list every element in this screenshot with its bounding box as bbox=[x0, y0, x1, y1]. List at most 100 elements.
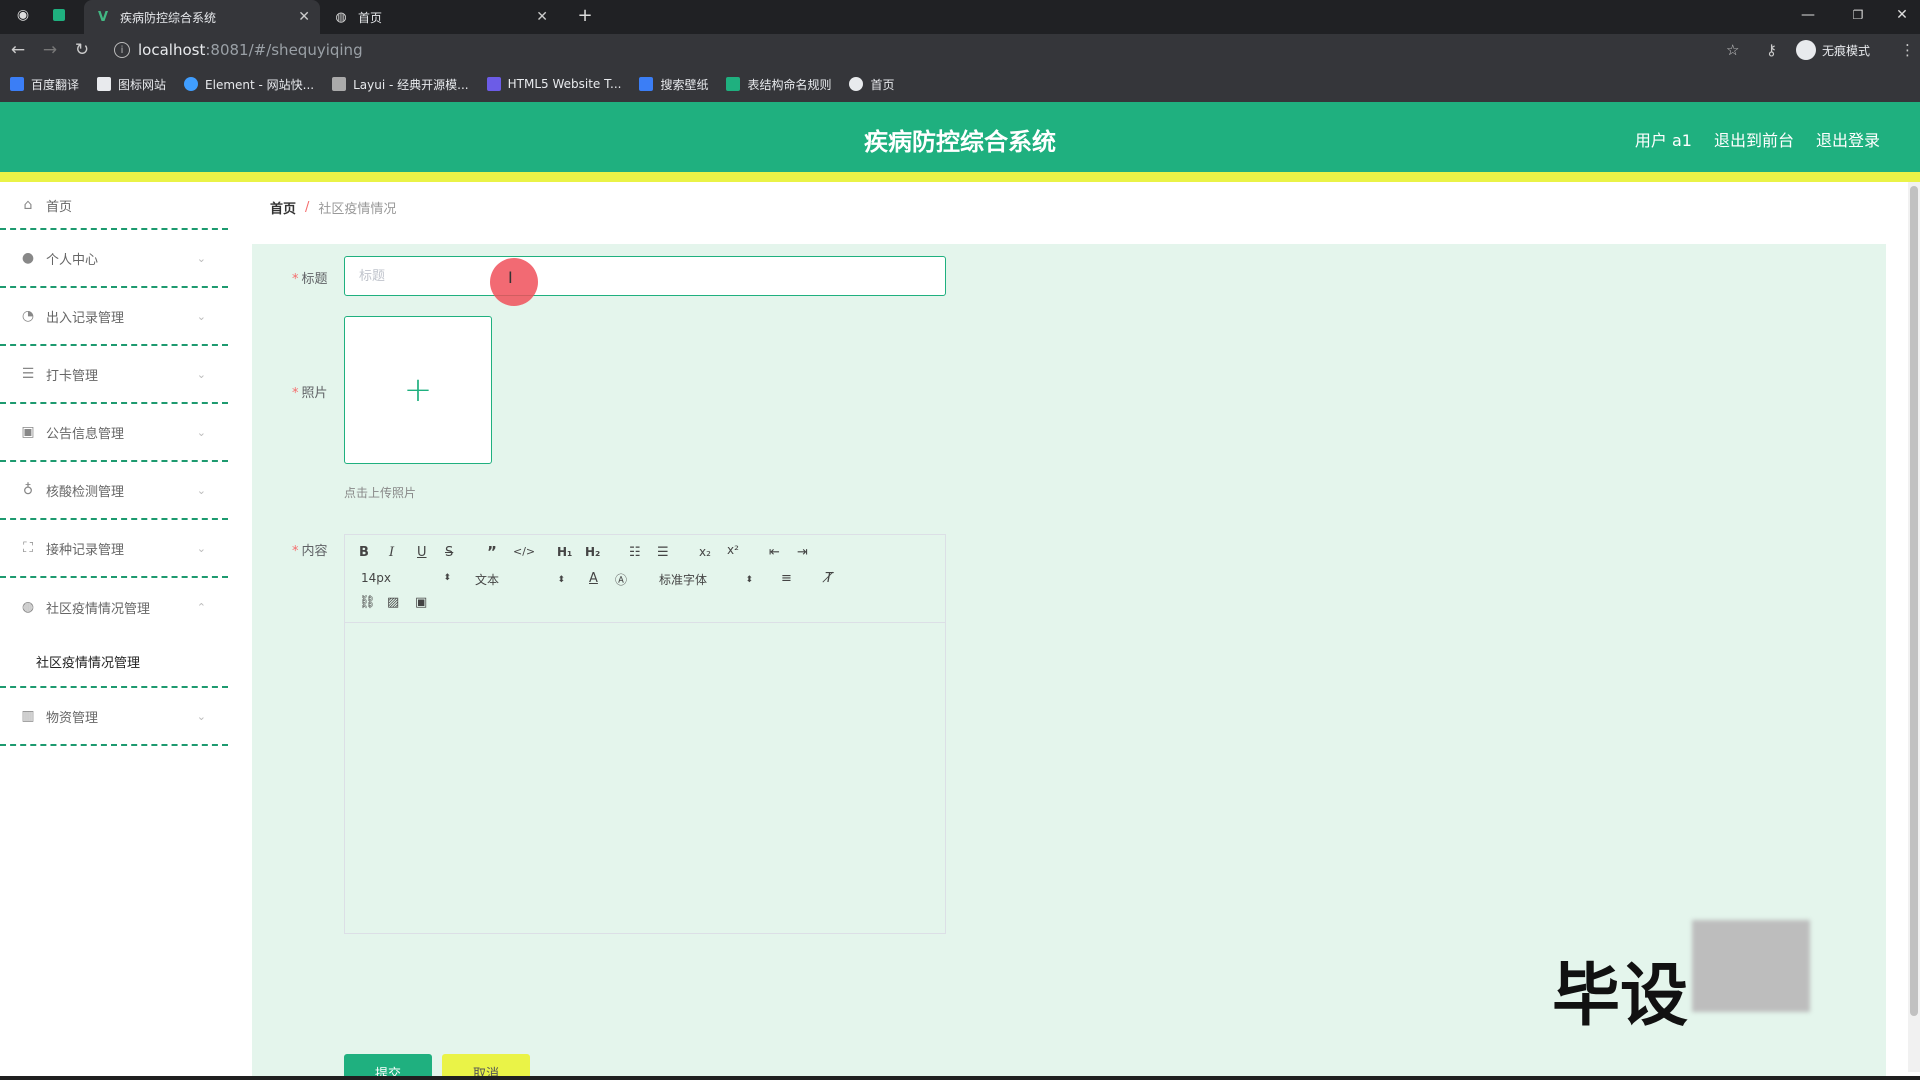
bookmark-item[interactable]: 搜索壁纸 bbox=[639, 76, 708, 93]
video-icon[interactable]: ▣ bbox=[415, 595, 427, 610]
image-icon[interactable]: ▨ bbox=[387, 595, 399, 610]
align-icon[interactable]: ≡ bbox=[781, 571, 792, 586]
submit-button[interactable]: 提交 bbox=[344, 1054, 432, 1076]
bookmarks-bar: 百度翻译 图标网站 Element - 网站快... Layui - 经典开源模… bbox=[0, 66, 1920, 102]
incognito-icon bbox=[1796, 40, 1816, 60]
sidebar-item-vaccination[interactable]: ⛶ 接种记录管理 ⌄ bbox=[0, 520, 228, 578]
sidebar-item-profile[interactable]: ● 个人中心 ⌄ bbox=[0, 230, 228, 288]
indent-icon[interactable]: ⇥ bbox=[797, 545, 808, 560]
chevron-down-icon: ⌄ bbox=[196, 709, 206, 723]
font-size-select[interactable]: 14px ⬍ bbox=[361, 571, 451, 585]
flag-icon bbox=[97, 77, 112, 91]
breadcrumb-home[interactable]: 首页 bbox=[270, 198, 296, 217]
key-icon[interactable]: ⚷ bbox=[1766, 38, 1777, 62]
heading1-icon[interactable]: H₁ bbox=[557, 545, 572, 559]
underline-icon[interactable]: U bbox=[417, 545, 427, 560]
list-icon: ☰ bbox=[21, 366, 35, 382]
chevron-up-icon: ⌃ bbox=[196, 600, 206, 614]
app-tab-icon[interactable] bbox=[50, 0, 68, 30]
superscript-icon[interactable]: x² bbox=[727, 543, 739, 557]
app-header: 疾病防控综合系统 用户 a1 退出到前台 退出登录 bbox=[0, 102, 1920, 172]
restore-icon[interactable]: ❐ bbox=[1846, 0, 1870, 30]
bullet-list-icon[interactable]: ☰ bbox=[657, 545, 669, 560]
sidebar-item-access-records[interactable]: ◔ 出入记录管理 ⌄ bbox=[0, 288, 228, 346]
scrollbar-thumb[interactable] bbox=[1910, 186, 1918, 1016]
bookmark-label: 搜索壁纸 bbox=[660, 77, 709, 92]
chevron-down-icon: ⌄ bbox=[196, 367, 206, 381]
italic-icon[interactable]: I bbox=[389, 545, 394, 560]
strikethrough-icon[interactable]: S bbox=[445, 545, 453, 560]
chart-icon: ▥ bbox=[21, 708, 35, 724]
bookmark-star-icon[interactable]: ☆ bbox=[1726, 38, 1739, 62]
photo-upload-button[interactable]: + bbox=[344, 316, 492, 464]
select-arrow-icon: ⬍ bbox=[443, 573, 451, 583]
app-viewport: 疾病防控综合系统 用户 a1 退出到前台 退出登录 ⌂ 首页 ● 个人中心 ⌄ … bbox=[0, 102, 1920, 1076]
more-menu-icon[interactable]: ⋮ bbox=[1900, 38, 1915, 62]
blockquote-icon[interactable]: ” bbox=[487, 543, 497, 561]
browser-toolbar: ← → ↻ i localhost:8081/#/shequyiqing ☆ ⚷… bbox=[0, 34, 1920, 66]
reload-icon[interactable]: ↻ bbox=[70, 38, 94, 62]
title-label: * 标题 bbox=[292, 272, 328, 287]
breadcrumb: 首页 / 社区疫情情况 bbox=[252, 182, 1882, 232]
bookmark-item[interactable]: 表结构命名规则 bbox=[726, 76, 831, 93]
html5-icon bbox=[486, 77, 501, 91]
bookmark-item[interactable]: HTML5 Website T... bbox=[486, 77, 621, 91]
translate-icon bbox=[10, 77, 24, 91]
bookmark-item[interactable]: 首页 bbox=[849, 76, 895, 93]
sidebar-item-nucleic-test[interactable]: ♁ 核酸检测管理 ⌄ bbox=[0, 462, 228, 520]
url-path: :8081/#/shequyiqing bbox=[205, 41, 363, 59]
incognito-indicator[interactable]: 无痕模式 bbox=[1796, 38, 1870, 62]
heading2-icon[interactable]: H₂ bbox=[585, 545, 600, 559]
sidebar-item-label: 核酸检测管理 bbox=[46, 484, 125, 500]
bold-icon[interactable]: B bbox=[359, 545, 369, 560]
back-icon[interactable]: ← bbox=[6, 38, 30, 62]
sidebar-item-home[interactable]: ⌂ 首页 bbox=[0, 182, 228, 230]
frontend-link[interactable]: 退出到前台 bbox=[1714, 127, 1794, 151]
new-tab-icon[interactable]: + bbox=[574, 0, 596, 30]
chrome-menu-icon[interactable]: ◉ bbox=[12, 0, 34, 30]
bookmark-label: 表结构命名规则 bbox=[747, 77, 832, 92]
sidebar-item-label: 个人中心 bbox=[46, 252, 99, 268]
bookmark-item[interactable]: 百度翻译 bbox=[10, 76, 79, 93]
window-close-icon[interactable]: ✕ bbox=[1890, 0, 1914, 30]
address-bar[interactable]: i localhost:8081/#/shequyiqing bbox=[106, 37, 1786, 63]
background-color-icon[interactable]: Ⓐ bbox=[615, 571, 627, 588]
sidebar-item-community-epidemic[interactable]: ◍ 社区疫情情况管理 ⌃ bbox=[0, 578, 228, 636]
clear-format-icon[interactable]: T̸ bbox=[825, 571, 833, 586]
clipboard-icon: ▣ bbox=[21, 424, 35, 440]
sidebar-subitem-community-epidemic[interactable]: 社区疫情情况管理 bbox=[0, 636, 228, 688]
tab-title: 首页 bbox=[358, 10, 383, 25]
font-family-select[interactable]: 标准字体 ⬍ bbox=[659, 571, 753, 588]
sidebar-item-notice[interactable]: ▣ 公告信息管理 ⌄ bbox=[0, 404, 228, 462]
subscript-icon[interactable]: x₂ bbox=[699, 545, 711, 559]
sidebar-item-label: 接种记录管理 bbox=[46, 542, 125, 558]
minimize-icon[interactable]: — bbox=[1796, 0, 1820, 30]
tab-close-icon[interactable]: ✕ bbox=[536, 9, 548, 25]
sidebar-item-checkin[interactable]: ☰ 打卡管理 ⌄ bbox=[0, 346, 228, 404]
user-name[interactable]: 用户 a1 bbox=[1635, 127, 1692, 151]
bookmark-item[interactable]: 图标网站 bbox=[97, 76, 166, 93]
cancel-button[interactable]: 取消 bbox=[442, 1054, 530, 1076]
page-scrollbar[interactable] bbox=[1908, 182, 1920, 1072]
code-block-icon[interactable]: </> bbox=[513, 545, 535, 558]
globe-icon: ◍ bbox=[335, 9, 347, 25]
link-icon[interactable]: ⛓ bbox=[359, 595, 376, 610]
tab-active[interactable]: V 疾病防控综合系统 ✕ bbox=[84, 0, 320, 34]
title-input[interactable] bbox=[344, 256, 946, 296]
bookmark-item[interactable]: Layui - 经典开源模... bbox=[332, 76, 469, 93]
ordered-list-icon[interactable]: ☷ bbox=[629, 545, 641, 560]
bookmark-item[interactable]: Element - 网站快... bbox=[184, 76, 314, 93]
site-info-icon[interactable]: i bbox=[114, 42, 130, 58]
microphone-icon: ♁ bbox=[22, 482, 34, 498]
forward-icon[interactable]: → bbox=[38, 38, 62, 62]
wallpaper-icon bbox=[639, 77, 654, 91]
text-color-icon[interactable]: A bbox=[589, 571, 598, 586]
logout-link[interactable]: 退出登录 bbox=[1816, 127, 1880, 151]
editor-content-area[interactable] bbox=[345, 623, 945, 933]
rich-text-editor: B I U S ” </> H₁ H₂ ☷ ☰ x₂ x² ⇤ ⇥ 14px ⬍ … bbox=[344, 534, 946, 934]
tab-home[interactable]: ◍ 首页 ✕ bbox=[322, 0, 558, 34]
sidebar-item-supplies[interactable]: ▥ 物资管理 ⌄ bbox=[0, 688, 228, 746]
tab-close-icon[interactable]: ✕ bbox=[298, 9, 310, 25]
block-format-select[interactable]: 文本 ⬍ bbox=[475, 571, 565, 588]
outdent-icon[interactable]: ⇤ bbox=[769, 545, 780, 560]
